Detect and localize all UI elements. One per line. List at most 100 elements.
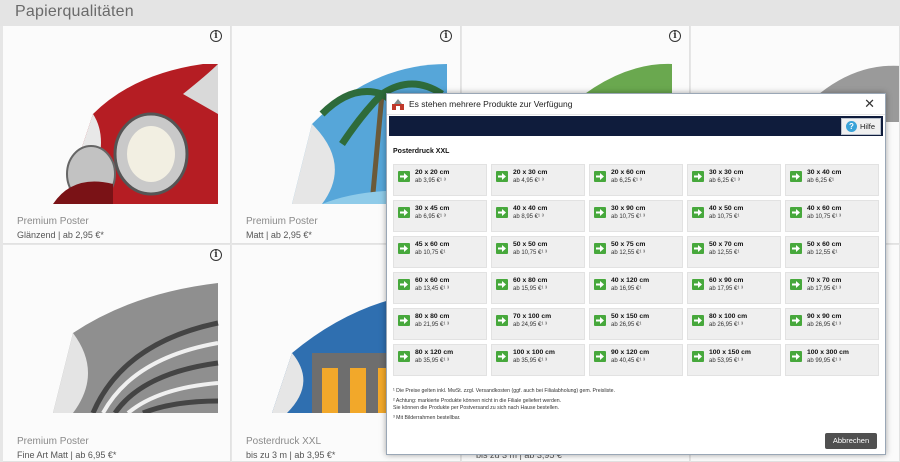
product-price: ab 26,95 €¹ [611, 322, 642, 328]
arrow-right-icon [398, 243, 410, 254]
product-price: ab 21,95 €¹ ³ [415, 322, 450, 328]
arrow-right-icon [496, 243, 508, 254]
info-icon[interactable]: i [210, 30, 222, 42]
product-option[interactable]: 50 x 150 cm ab 26,95 €¹ [589, 308, 683, 340]
arrow-right-icon [692, 351, 704, 362]
product-price: ab 10,75 €¹ ³ [513, 250, 548, 256]
paper-card-glossy[interactable]: i Premium Poster Glänzend | ab 2,95 €* [3, 26, 231, 244]
product-size: 100 x 100 cm [513, 349, 555, 356]
product-option[interactable]: 100 x 100 cm ab 35,95 €¹ ³ [491, 344, 585, 376]
help-button[interactable]: ? Hilfe [841, 118, 881, 135]
product-option[interactable]: 80 x 120 cm ab 35,95 €¹ ³ [393, 344, 487, 376]
product-option[interactable]: 60 x 60 cm ab 13,45 €¹ ³ [393, 272, 487, 304]
product-size: 60 x 90 cm [709, 277, 744, 284]
cancel-button[interactable]: Abbrechen [825, 433, 877, 449]
arrow-right-icon [496, 279, 508, 290]
arrow-right-icon [496, 315, 508, 326]
arrow-right-icon [398, 279, 410, 290]
footnotes: ¹ Die Preise gelten inkl. MwSt. zzgl. Ve… [393, 388, 873, 425]
product-option[interactable]: 70 x 70 cm ab 17,95 €¹ ³ [785, 272, 879, 304]
product-size: 90 x 120 cm [611, 349, 650, 356]
dialog-title: Es stehen mehrere Produkte zur Verfügung [409, 99, 573, 109]
footnote: ³ Mit Bilderrahmen bestellbar. [393, 414, 461, 421]
product-option[interactable]: 100 x 300 cm ab 99,95 €¹ ³ [785, 344, 879, 376]
product-price: ab 6,25 €¹ ³ [611, 178, 642, 184]
product-price: ab 6,25 €¹ [807, 178, 835, 184]
product-price: ab 4,95 €¹ ³ [513, 178, 544, 184]
help-icon: ? [846, 121, 857, 132]
product-size: 70 x 70 cm [807, 277, 842, 284]
product-option[interactable]: 40 x 120 cm ab 16,95 €¹ [589, 272, 683, 304]
product-size: 40 x 50 cm [709, 205, 744, 212]
product-option[interactable]: 30 x 30 cm ab 6,25 €¹ ³ [687, 164, 781, 196]
product-size: 50 x 75 cm [611, 241, 646, 248]
card-name: Premium Poster [246, 216, 318, 227]
product-option[interactable]: 50 x 60 cm ab 12,55 €¹ [785, 236, 879, 268]
arrow-right-icon [790, 315, 802, 326]
arrow-right-icon [594, 351, 606, 362]
card-subtitle: Matt | ab 2,95 €* [246, 230, 312, 240]
info-icon[interactable]: i [440, 30, 452, 42]
product-option[interactable]: 100 x 150 cm ab 53,95 €¹ ³ [687, 344, 781, 376]
footnote: Sie können die Produkte per Postversand … [393, 404, 560, 411]
arrow-right-icon [790, 207, 802, 218]
product-size: 80 x 120 cm [415, 349, 454, 356]
info-icon[interactable]: i [669, 30, 681, 42]
product-option[interactable]: 80 x 80 cm ab 21,95 €¹ ³ [393, 308, 487, 340]
arrow-right-icon [692, 315, 704, 326]
product-size: 50 x 50 cm [513, 241, 548, 248]
product-price: ab 12,55 €¹ [709, 250, 740, 256]
product-option[interactable]: 90 x 120 cm ab 40,45 €¹ ³ [589, 344, 683, 376]
product-option[interactable]: 80 x 100 cm ab 26,95 €¹ ³ [687, 308, 781, 340]
product-option[interactable]: 20 x 60 cm ab 6,25 €¹ ³ [589, 164, 683, 196]
arrow-right-icon [594, 315, 606, 326]
product-option[interactable]: 30 x 90 cm ab 10,75 €¹ ³ [589, 200, 683, 232]
product-price: ab 13,45 €¹ ³ [415, 286, 450, 292]
product-size: 100 x 300 cm [807, 349, 849, 356]
product-option[interactable]: 40 x 40 cm ab 8,95 €¹ ³ [491, 200, 585, 232]
product-option[interactable]: 50 x 70 cm ab 12,55 €¹ [687, 236, 781, 268]
app-logo-icon [392, 99, 404, 110]
product-option[interactable]: 60 x 80 cm ab 15,95 €¹ ³ [491, 272, 585, 304]
arrow-right-icon [790, 279, 802, 290]
paper-card-fine-art[interactable]: i Premium Poster Fine Art Matt | ab 6,95… [3, 245, 231, 462]
product-option[interactable]: 70 x 100 cm ab 24,95 €¹ ³ [491, 308, 585, 340]
product-price: ab 6,25 €¹ ³ [709, 178, 740, 184]
product-option[interactable]: 50 x 50 cm ab 10,75 €¹ ³ [491, 236, 585, 268]
product-option[interactable]: 45 x 60 cm ab 10,75 €¹ [393, 236, 487, 268]
product-option[interactable]: 20 x 30 cm ab 4,95 €¹ ³ [491, 164, 585, 196]
product-price: ab 53,95 €¹ ³ [709, 358, 744, 364]
section-title: Posterdruck XXL [393, 148, 450, 155]
product-price: ab 6,95 €¹ ³ [415, 214, 446, 220]
product-grid: 20 x 20 cm ab 3,95 €¹ ³ 20 x 30 cm ab 4,95 … [393, 164, 879, 376]
product-option[interactable]: 90 x 90 cm ab 26,95 €¹ ³ [785, 308, 879, 340]
product-size: 100 x 150 cm [709, 349, 751, 356]
product-size: 30 x 30 cm [709, 169, 744, 176]
product-option[interactable]: 40 x 50 cm ab 10,75 €¹ [687, 200, 781, 232]
product-size: 50 x 70 cm [709, 241, 744, 248]
product-option[interactable]: 40 x 60 cm ab 10,75 €¹ ³ [785, 200, 879, 232]
product-option[interactable]: 30 x 45 cm ab 6,95 €¹ ³ [393, 200, 487, 232]
product-price: ab 17,95 €¹ ³ [807, 286, 842, 292]
building-photo-image [53, 283, 219, 413]
info-icon[interactable]: i [210, 249, 222, 261]
product-size: 40 x 40 cm [513, 205, 548, 212]
product-option[interactable]: 60 x 90 cm ab 17,95 €¹ ³ [687, 272, 781, 304]
arrow-right-icon [692, 171, 704, 182]
arrow-right-icon [496, 171, 508, 182]
arrow-right-icon [790, 243, 802, 254]
close-icon[interactable]: ✕ [864, 97, 875, 111]
card-subtitle: Glänzend | ab 2,95 €* [17, 230, 104, 240]
product-price: ab 35,95 €¹ ³ [513, 358, 548, 364]
dialog-titlebar: Es stehen mehrere Produkte zur Verfügung… [387, 94, 885, 115]
arrow-right-icon [398, 351, 410, 362]
product-option[interactable]: 20 x 20 cm ab 3,95 €¹ ³ [393, 164, 487, 196]
product-option[interactable]: 30 x 40 cm ab 6,25 €¹ [785, 164, 879, 196]
page-title: Papierqualitäten [15, 3, 134, 20]
help-label: Hilfe [860, 122, 876, 131]
product-price: ab 12,55 €¹ [807, 250, 838, 256]
product-option[interactable]: 50 x 75 cm ab 12,55 €¹ ³ [589, 236, 683, 268]
card-subtitle: bis zu 3 m | ab 3,95 €* [246, 450, 336, 460]
product-price: ab 12,55 €¹ ³ [611, 250, 646, 256]
arrow-right-icon [594, 207, 606, 218]
